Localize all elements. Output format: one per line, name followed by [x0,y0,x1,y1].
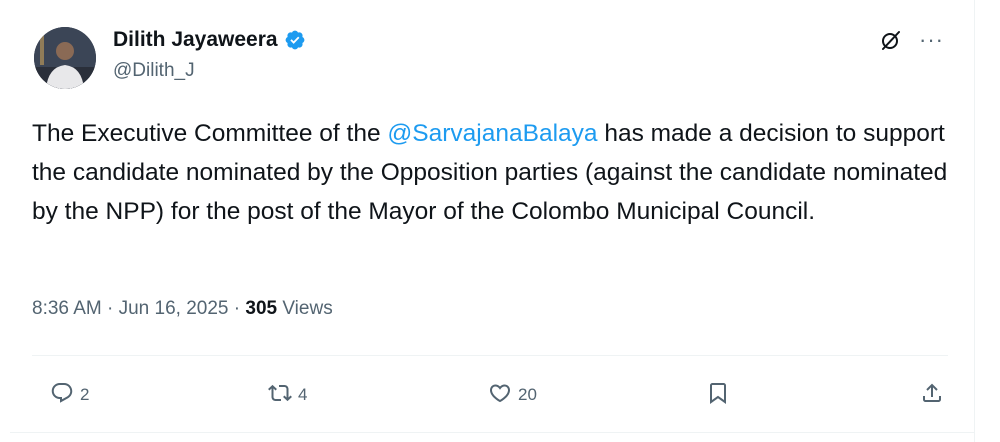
verified-badge-icon[interactable] [284,29,306,51]
bottom-divider [10,432,974,433]
meta-separator: · [228,298,246,319]
more-options-icon[interactable]: ··· [919,29,944,51]
post-text-before: The Executive Committee of the [32,120,388,147]
post-text: The Executive Committee of the @Sarvajan… [32,114,952,231]
repost-count: 4 [298,385,308,404]
like-count: 20 [518,385,537,404]
reply-button[interactable]: 2 [50,377,89,413]
post-time[interactable]: 8:36 AM [32,298,102,319]
post-header-actions: ··· [879,28,944,52]
views-count: 305 [245,298,278,319]
grok-icon[interactable] [879,28,903,52]
action-bar: 2 4 20 [32,377,948,413]
post-date[interactable]: Jun 16, 2025 [119,298,229,319]
post-meta: 8:36 AM · Jun 16, 2025 · 305 Views [32,298,333,320]
share-button[interactable] [920,377,944,413]
author-name-row: Dilith Jayaweera [113,28,306,52]
like-button[interactable]: 20 [488,377,537,413]
bookmark-icon [706,381,730,410]
reply-icon [50,381,74,410]
repost-icon [268,381,292,410]
author-display-name[interactable]: Dilith Jayaweera [113,28,278,52]
meta-separator: · [101,298,119,319]
share-icon [920,381,944,410]
reply-count: 2 [80,385,90,404]
author-handle[interactable]: @Dilith_J [113,60,195,82]
repost-button[interactable]: 4 [268,377,307,413]
divider [32,355,948,356]
bookmark-button[interactable] [706,377,730,413]
avatar[interactable] [34,27,96,89]
views-label: Views [277,298,333,319]
mention-link[interactable]: @SarvajanaBalaya [387,120,597,147]
heart-icon [488,381,512,410]
tweet-card: Dilith Jayaweera @Dilith_J ··· The Execu… [10,0,975,442]
